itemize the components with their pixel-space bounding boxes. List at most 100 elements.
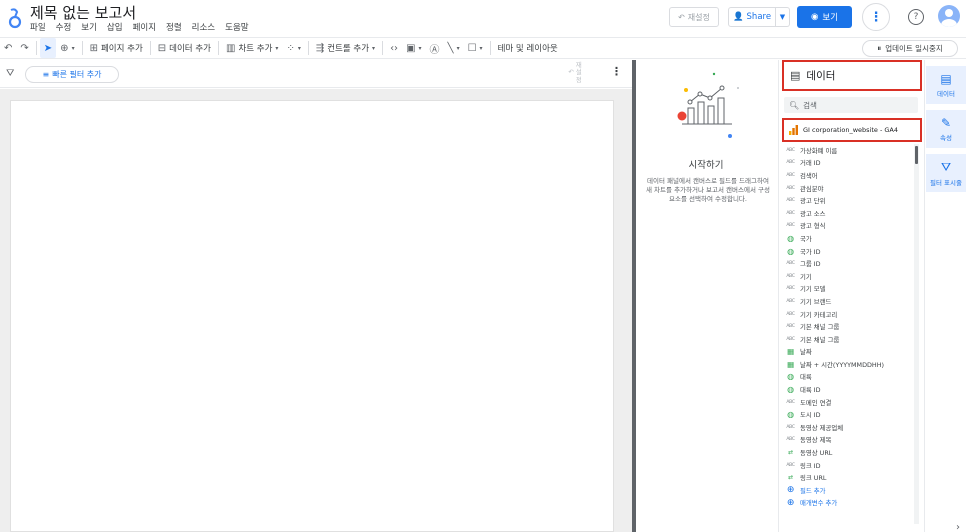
theme-layout-button[interactable]: 테마 및 레이아웃 <box>494 38 562 58</box>
geo-icon: ◍ <box>787 246 794 256</box>
field-item[interactable]: ABC 도메인 연결 <box>786 396 912 409</box>
field-item[interactable]: ABC 동영상 제공업체 <box>786 421 912 434</box>
field-item[interactable]: ABC 가상화폐 이름 <box>786 144 912 157</box>
select-tool[interactable]: ➤ <box>39 38 57 58</box>
field-name: 광고 단위 <box>800 197 826 206</box>
zoom-button[interactable]: ⊕ ▾ <box>56 38 78 58</box>
menu-item[interactable]: 정렬 <box>166 21 182 33</box>
avatar[interactable] <box>938 5 960 27</box>
community-viz-button[interactable]: ⁘ ▾ <box>282 38 304 58</box>
getting-started-title: 시작하기 <box>688 160 724 171</box>
code-icon: ‹› <box>390 42 399 54</box>
field-name: 기기 카테고리 <box>800 310 838 319</box>
field-item[interactable]: ABC 기본 채널 그룹 <box>786 333 912 346</box>
menu-item[interactable]: 삽입 <box>107 21 123 33</box>
field-list-scrollbar[interactable] <box>914 144 919 524</box>
shape-button[interactable]: ☐ ▾ <box>464 38 487 58</box>
filter-more-button[interactable]: ⋮ <box>611 65 622 78</box>
field-item[interactable]: ◍ 도시 ID <box>786 408 912 421</box>
field-item[interactable]: ABC 기기 모델 <box>786 283 912 296</box>
menu-item[interactable]: 수정 <box>56 21 72 33</box>
field-item[interactable]: ◍ 대륙 ID <box>786 383 912 396</box>
field-item[interactable]: ABC 광고 단위 <box>786 194 912 207</box>
scrollbar-thumb[interactable] <box>915 146 918 164</box>
rail-data-tab[interactable]: ▤ 데이터 <box>926 66 966 104</box>
filter-bar: ⛛ ≡ 빠른 필터 추가 <box>0 60 632 88</box>
help-icon[interactable]: ? <box>908 9 924 25</box>
add-data-button[interactable]: ⊟ 데이터 추가 <box>154 38 215 58</box>
pause-updates-button[interactable]: ⏸ 업데이트 일시중지 <box>862 40 958 57</box>
add-control-button[interactable]: ⇶ 컨트롤 추가 ▾ <box>312 38 379 58</box>
more-options-button[interactable]: ⋮ <box>862 3 890 31</box>
field-item[interactable]: ▦ 날짜 + 시간(YYYYMMDDHH) <box>786 358 912 371</box>
field-item[interactable]: ABC 관심분야 <box>786 182 912 195</box>
menu-item[interactable]: 파일 <box>30 21 46 33</box>
field-name: 링크 ID <box>800 461 821 470</box>
filter-reset-button[interactable]: ↶ 재 설 정 <box>558 61 592 85</box>
field-item[interactable]: ABC 검색어 <box>786 169 912 182</box>
add-parameter-button[interactable]: ⊕ 매개변수 추가 <box>786 497 912 510</box>
text-icon: Ⓐ <box>429 44 440 56</box>
text-type-icon: ABC <box>786 160 795 166</box>
geo-icon: ◍ <box>787 385 794 395</box>
menu-item[interactable]: 도움말 <box>225 21 248 33</box>
redo-button[interactable]: ↷ <box>16 38 32 58</box>
menu-item[interactable]: 보기 <box>81 21 97 33</box>
field-name: 기본 채널 그룹 <box>800 323 840 332</box>
field-item[interactable]: ABC 링크 ID <box>786 459 912 472</box>
report-page[interactable] <box>10 100 614 532</box>
embed-code-button[interactable]: ‹› <box>386 38 402 58</box>
field-item[interactable]: ◍ 국가 <box>786 232 912 245</box>
rail-properties-tab[interactable]: ✎ 속성 <box>926 110 966 148</box>
chevron-down-icon: ▾ <box>456 44 460 52</box>
field-item[interactable]: ◍ 대륙 <box>786 371 912 384</box>
field-item[interactable]: ⇄ 링크 URL <box>786 471 912 484</box>
add-chart-button[interactable]: ▥ 차트 추가 ▾ <box>222 38 282 58</box>
field-item[interactable]: ABC 기기 카테고리 <box>786 308 912 321</box>
field-item[interactable]: ABC 광고 소스 <box>786 207 912 220</box>
field-item[interactable]: ABC 동영상 제목 <box>786 434 912 447</box>
line-button[interactable]: ╲ ▾ <box>444 38 464 58</box>
text-button[interactable]: Ⓐ <box>426 38 444 58</box>
field-item[interactable]: ◍ 국가 ID <box>786 245 912 258</box>
add-page-icon: ⊞ <box>89 42 98 54</box>
field-name: 대륙 <box>800 373 812 382</box>
data-source-item[interactable]: GI corporation_website - GA4 <box>782 118 922 142</box>
text-type-icon: ABC <box>786 298 795 304</box>
image-button[interactable]: ▣ ▾ <box>402 38 425 58</box>
field-item[interactable]: ABC 그룹 ID <box>786 257 912 270</box>
add-field-button[interactable]: ⊕ 필드 추가 <box>786 484 912 497</box>
field-name: 날짜 + 시간(YYYYMMDDHH) <box>800 360 885 369</box>
add-person-icon: 👤 <box>732 12 744 22</box>
field-name: 그룹 ID <box>800 260 821 269</box>
field-item[interactable]: ABC 기기 <box>786 270 912 283</box>
text-type-icon: ABC <box>786 324 795 330</box>
quick-filter-button[interactable]: ≡ 빠른 필터 추가 <box>25 66 119 83</box>
field-item[interactable]: ABC 광고 형식 <box>786 220 912 233</box>
field-name: 국가 ID <box>800 247 821 256</box>
field-item[interactable]: ▦ 날짜 <box>786 346 912 359</box>
share-dropdown-button[interactable]: ▼ <box>776 7 790 27</box>
chevron-right-icon[interactable]: › <box>956 522 960 532</box>
text-type-icon: ABC <box>786 437 795 443</box>
looker-studio-logo[interactable] <box>8 7 22 29</box>
field-item[interactable]: ABC 기본 채널 그룹 <box>786 320 912 333</box>
menu-item[interactable]: 리소스 <box>192 21 215 33</box>
field-name: 기본 채널 그룹 <box>800 335 840 344</box>
menu-item[interactable]: 페이지 <box>133 21 156 33</box>
table-icon: ▤ <box>790 69 801 82</box>
share-button[interactable]: 👤 Share <box>728 7 776 27</box>
link-icon: ⇄ <box>788 449 793 457</box>
field-item[interactable]: ⇄ 동영상 URL <box>786 446 912 459</box>
add-page-button[interactable]: ⊞ 페이지 추가 <box>86 38 147 58</box>
field-item[interactable]: ABC 거래 ID <box>786 157 912 170</box>
field-item[interactable]: ABC 기기 브랜드 <box>786 295 912 308</box>
reset-button[interactable]: ↶ 재설정 <box>669 7 719 27</box>
view-button[interactable]: ◉ 보기 <box>797 6 852 28</box>
field-search-input[interactable]: 🔍︎ 검색 <box>784 97 918 113</box>
report-editor: 제목 없는 보고서 파일 수정 보기 삽입 페이지 정렬 리소스 도움말 ↶ 재설정 👤 Sh… <box>0 0 966 532</box>
document-title[interactable]: 제목 없는 보고서 <box>30 2 136 23</box>
rail-filter-bar-tab[interactable]: ⛛ 필터 표시줄 <box>926 154 966 192</box>
undo-button[interactable]: ↶ <box>0 38 16 58</box>
text-type-icon: ABC <box>786 424 795 430</box>
